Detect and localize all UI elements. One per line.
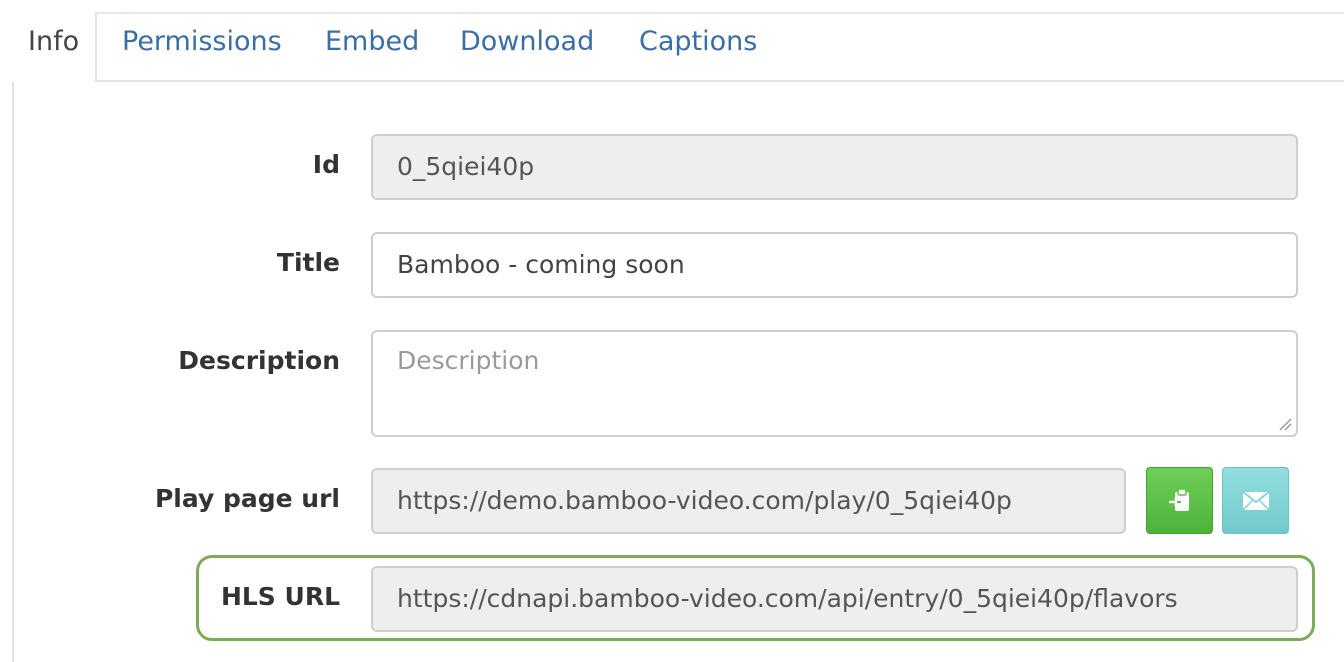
id-label: Id	[312, 150, 340, 179]
play-page-url-label: Play page url	[154, 484, 340, 513]
title-label: Title	[276, 248, 340, 277]
hls-url-field[interactable]: https://cdnapi.bamboo-video.com/api/entr…	[371, 566, 1298, 632]
play-page-url-field[interactable]: https://demo.bamboo-video.com/play/0_5qi…	[371, 468, 1126, 534]
email-url-button[interactable]	[1222, 467, 1289, 534]
tab-embed[interactable]: Embed	[325, 12, 419, 82]
resize-handle-icon[interactable]	[1278, 417, 1292, 431]
envelope-icon	[1241, 490, 1270, 511]
clipboard-icon	[1168, 487, 1189, 511]
tab-bar: Info Permissions Embed Download Captions	[12, 12, 1344, 82]
copy-url-button[interactable]	[1146, 467, 1213, 534]
tab-permissions[interactable]: Permissions	[122, 12, 282, 82]
tab-info[interactable]: Info	[12, 12, 98, 82]
description-placeholder: Description	[397, 346, 540, 375]
tab-captions[interactable]: Captions	[639, 12, 757, 82]
description-textarea[interactable]: Description	[371, 330, 1298, 437]
title-field[interactable]: Bamboo - coming soon	[371, 232, 1298, 298]
id-field[interactable]: 0_5qiei40p	[371, 134, 1298, 200]
hls-url-label: HLS URL	[220, 582, 340, 611]
tab-download[interactable]: Download	[460, 12, 594, 82]
description-label: Description	[178, 346, 340, 375]
